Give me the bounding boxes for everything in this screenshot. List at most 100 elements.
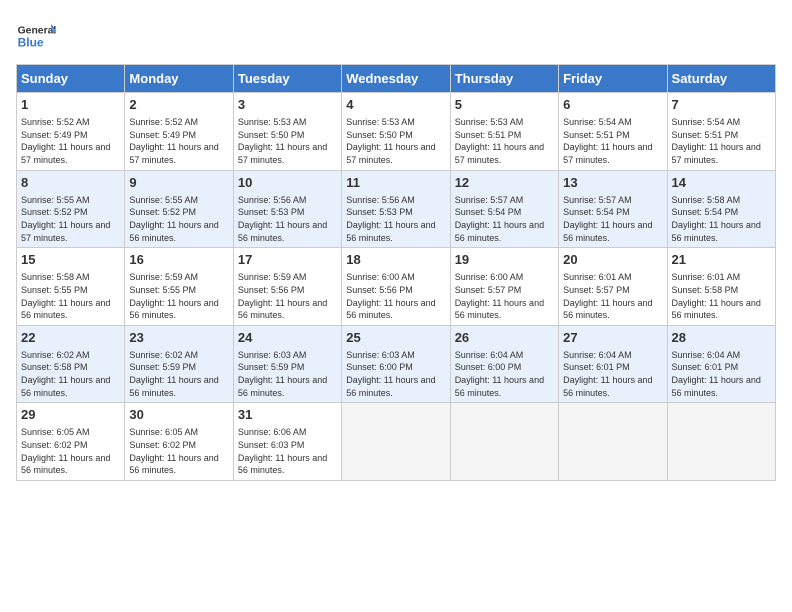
calendar-cell: 29 Sunrise: 6:05 AM Sunset: 6:02 PM Dayli… [17, 403, 125, 481]
day-info: Sunrise: 6:03 AM Sunset: 5:59 PM Dayligh… [238, 349, 337, 399]
calendar-cell: 27 Sunrise: 6:04 AM Sunset: 6:01 PM Dayli… [559, 325, 667, 403]
day-number: 31 [238, 406, 337, 424]
header: General Blue [16, 16, 776, 56]
day-number: 11 [346, 174, 445, 192]
calendar-cell: 21 Sunrise: 6:01 AM Sunset: 5:58 PM Dayli… [667, 248, 775, 326]
calendar-cell: 7Sunrise: 5:54 AM Sunset: 5:51 PM Daylig… [667, 93, 775, 171]
calendar-cell: 19Sunrise: 6:00 AM Sunset: 5:57 PM Dayli… [450, 248, 558, 326]
day-info: Sunrise: 6:05 AM Sunset: 6:02 PM Dayligh… [21, 426, 120, 476]
day-number: 12 [455, 174, 554, 192]
day-info: Sunrise: 5:57 AM Sunset: 5:54 PM Dayligh… [455, 194, 554, 244]
day-of-week-header: Thursday [450, 65, 558, 93]
calendar-cell [450, 403, 558, 481]
day-info: Sunrise: 5:52 AM Sunset: 5:49 PM Dayligh… [21, 116, 120, 166]
day-info: Sunrise: 5:56 AM Sunset: 5:53 PM Dayligh… [238, 194, 337, 244]
day-number: 13 [563, 174, 662, 192]
day-info: Sunrise: 6:04 AM Sunset: 6:01 PM Dayligh… [672, 349, 771, 399]
calendar-week-row: 22Sunrise: 6:02 AM Sunset: 5:58 PM Dayli… [17, 325, 776, 403]
calendar-cell: 3 Sunrise: 5:53 AM Sunset: 5:50 PM Daylig… [233, 93, 341, 171]
day-info: Sunrise: 6:03 AM Sunset: 6:00 PM Dayligh… [346, 349, 445, 399]
day-number: 28 [672, 329, 771, 347]
day-number: 6 [563, 96, 662, 114]
day-info: Sunrise: 5:53 AM Sunset: 5:50 PM Dayligh… [238, 116, 337, 166]
calendar-header-row: SundayMondayTuesdayWednesdayThursdayFrid… [17, 65, 776, 93]
calendar-cell [667, 403, 775, 481]
logo: General Blue [16, 16, 56, 56]
calendar-week-row: 8 Sunrise: 5:55 AM Sunset: 5:52 PM Daylig… [17, 170, 776, 248]
svg-text:Blue: Blue [18, 35, 44, 49]
day-info: Sunrise: 5:58 AM Sunset: 5:54 PM Dayligh… [672, 194, 771, 244]
day-of-week-header: Sunday [17, 65, 125, 93]
day-number: 17 [238, 251, 337, 269]
day-number: 8 [21, 174, 120, 192]
day-info: Sunrise: 6:02 AM Sunset: 5:59 PM Dayligh… [129, 349, 228, 399]
calendar-cell: 18 Sunrise: 6:00 AM Sunset: 5:56 PM Dayli… [342, 248, 450, 326]
day-info: Sunrise: 6:02 AM Sunset: 5:58 PM Dayligh… [21, 349, 120, 399]
calendar-cell: 31Sunrise: 6:06 AM Sunset: 6:03 PM Dayli… [233, 403, 341, 481]
day-info: Sunrise: 5:52 AM Sunset: 5:49 PM Dayligh… [129, 116, 228, 166]
calendar-cell: 5 Sunrise: 5:53 AM Sunset: 5:51 PM Daylig… [450, 93, 558, 171]
day-info: Sunrise: 6:05 AM Sunset: 6:02 PM Dayligh… [129, 426, 228, 476]
day-info: Sunrise: 6:04 AM Sunset: 6:01 PM Dayligh… [563, 349, 662, 399]
day-number: 1 [21, 96, 120, 114]
calendar-cell: 17 Sunrise: 5:59 AM Sunset: 5:56 PM Dayli… [233, 248, 341, 326]
calendar-cell: 13 Sunrise: 5:57 AM Sunset: 5:54 PM Dayli… [559, 170, 667, 248]
day-number: 23 [129, 329, 228, 347]
day-number: 27 [563, 329, 662, 347]
day-number: 29 [21, 406, 120, 424]
calendar-cell: 30 Sunrise: 6:05 AM Sunset: 6:02 PM Dayli… [125, 403, 233, 481]
day-number: 21 [672, 251, 771, 269]
calendar-cell: 11 Sunrise: 5:56 AM Sunset: 5:53 PM Dayli… [342, 170, 450, 248]
calendar-week-row: 29 Sunrise: 6:05 AM Sunset: 6:02 PM Dayli… [17, 403, 776, 481]
calendar-cell: 8 Sunrise: 5:55 AM Sunset: 5:52 PM Daylig… [17, 170, 125, 248]
day-number: 9 [129, 174, 228, 192]
day-info: Sunrise: 5:56 AM Sunset: 5:53 PM Dayligh… [346, 194, 445, 244]
day-info: Sunrise: 6:04 AM Sunset: 6:00 PM Dayligh… [455, 349, 554, 399]
day-info: Sunrise: 5:57 AM Sunset: 5:54 PM Dayligh… [563, 194, 662, 244]
day-info: Sunrise: 5:53 AM Sunset: 5:51 PM Dayligh… [455, 116, 554, 166]
calendar-table: SundayMondayTuesdayWednesdayThursdayFrid… [16, 64, 776, 481]
day-number: 18 [346, 251, 445, 269]
day-info: Sunrise: 5:54 AM Sunset: 5:51 PM Dayligh… [563, 116, 662, 166]
calendar-cell: 14 Sunrise: 5:58 AM Sunset: 5:54 PM Dayli… [667, 170, 775, 248]
calendar-cell [559, 403, 667, 481]
calendar-cell: 4Sunrise: 5:53 AM Sunset: 5:50 PM Daylig… [342, 93, 450, 171]
calendar-week-row: 1 Sunrise: 5:52 AM Sunset: 5:49 PM Daylig… [17, 93, 776, 171]
calendar-cell: 16Sunrise: 5:59 AM Sunset: 5:55 PM Dayli… [125, 248, 233, 326]
calendar-cell: 20Sunrise: 6:01 AM Sunset: 5:57 PM Dayli… [559, 248, 667, 326]
day-info: Sunrise: 5:54 AM Sunset: 5:51 PM Dayligh… [672, 116, 771, 166]
calendar-cell: 26 Sunrise: 6:04 AM Sunset: 6:00 PM Dayli… [450, 325, 558, 403]
day-of-week-header: Saturday [667, 65, 775, 93]
calendar-cell: 9 Sunrise: 5:55 AM Sunset: 5:52 PM Daylig… [125, 170, 233, 248]
calendar-cell: 1 Sunrise: 5:52 AM Sunset: 5:49 PM Daylig… [17, 93, 125, 171]
day-of-week-header: Wednesday [342, 65, 450, 93]
calendar-cell: 28 Sunrise: 6:04 AM Sunset: 6:01 PM Dayli… [667, 325, 775, 403]
day-number: 25 [346, 329, 445, 347]
day-of-week-header: Tuesday [233, 65, 341, 93]
calendar-cell [342, 403, 450, 481]
day-info: Sunrise: 5:53 AM Sunset: 5:50 PM Dayligh… [346, 116, 445, 166]
day-number: 2 [129, 96, 228, 114]
day-info: Sunrise: 5:55 AM Sunset: 5:52 PM Dayligh… [21, 194, 120, 244]
calendar-week-row: 15Sunrise: 5:58 AM Sunset: 5:55 PM Dayli… [17, 248, 776, 326]
day-number: 5 [455, 96, 554, 114]
calendar-cell: 6 Sunrise: 5:54 AM Sunset: 5:51 PM Daylig… [559, 93, 667, 171]
calendar-cell: 2 Sunrise: 5:52 AM Sunset: 5:49 PM Daylig… [125, 93, 233, 171]
calendar-cell: 23 Sunrise: 6:02 AM Sunset: 5:59 PM Dayli… [125, 325, 233, 403]
day-number: 26 [455, 329, 554, 347]
day-info: Sunrise: 6:00 AM Sunset: 5:56 PM Dayligh… [346, 271, 445, 321]
logo-icon: General Blue [16, 16, 56, 56]
day-number: 10 [238, 174, 337, 192]
day-number: 30 [129, 406, 228, 424]
day-info: Sunrise: 6:01 AM Sunset: 5:58 PM Dayligh… [672, 271, 771, 321]
calendar-cell: 22Sunrise: 6:02 AM Sunset: 5:58 PM Dayli… [17, 325, 125, 403]
day-number: 14 [672, 174, 771, 192]
calendar-cell: 25 Sunrise: 6:03 AM Sunset: 6:00 PM Dayli… [342, 325, 450, 403]
day-of-week-header: Friday [559, 65, 667, 93]
day-number: 16 [129, 251, 228, 269]
calendar-cell: 15Sunrise: 5:58 AM Sunset: 5:55 PM Dayli… [17, 248, 125, 326]
day-number: 3 [238, 96, 337, 114]
day-info: Sunrise: 5:59 AM Sunset: 5:56 PM Dayligh… [238, 271, 337, 321]
day-info: Sunrise: 5:55 AM Sunset: 5:52 PM Dayligh… [129, 194, 228, 244]
day-number: 19 [455, 251, 554, 269]
